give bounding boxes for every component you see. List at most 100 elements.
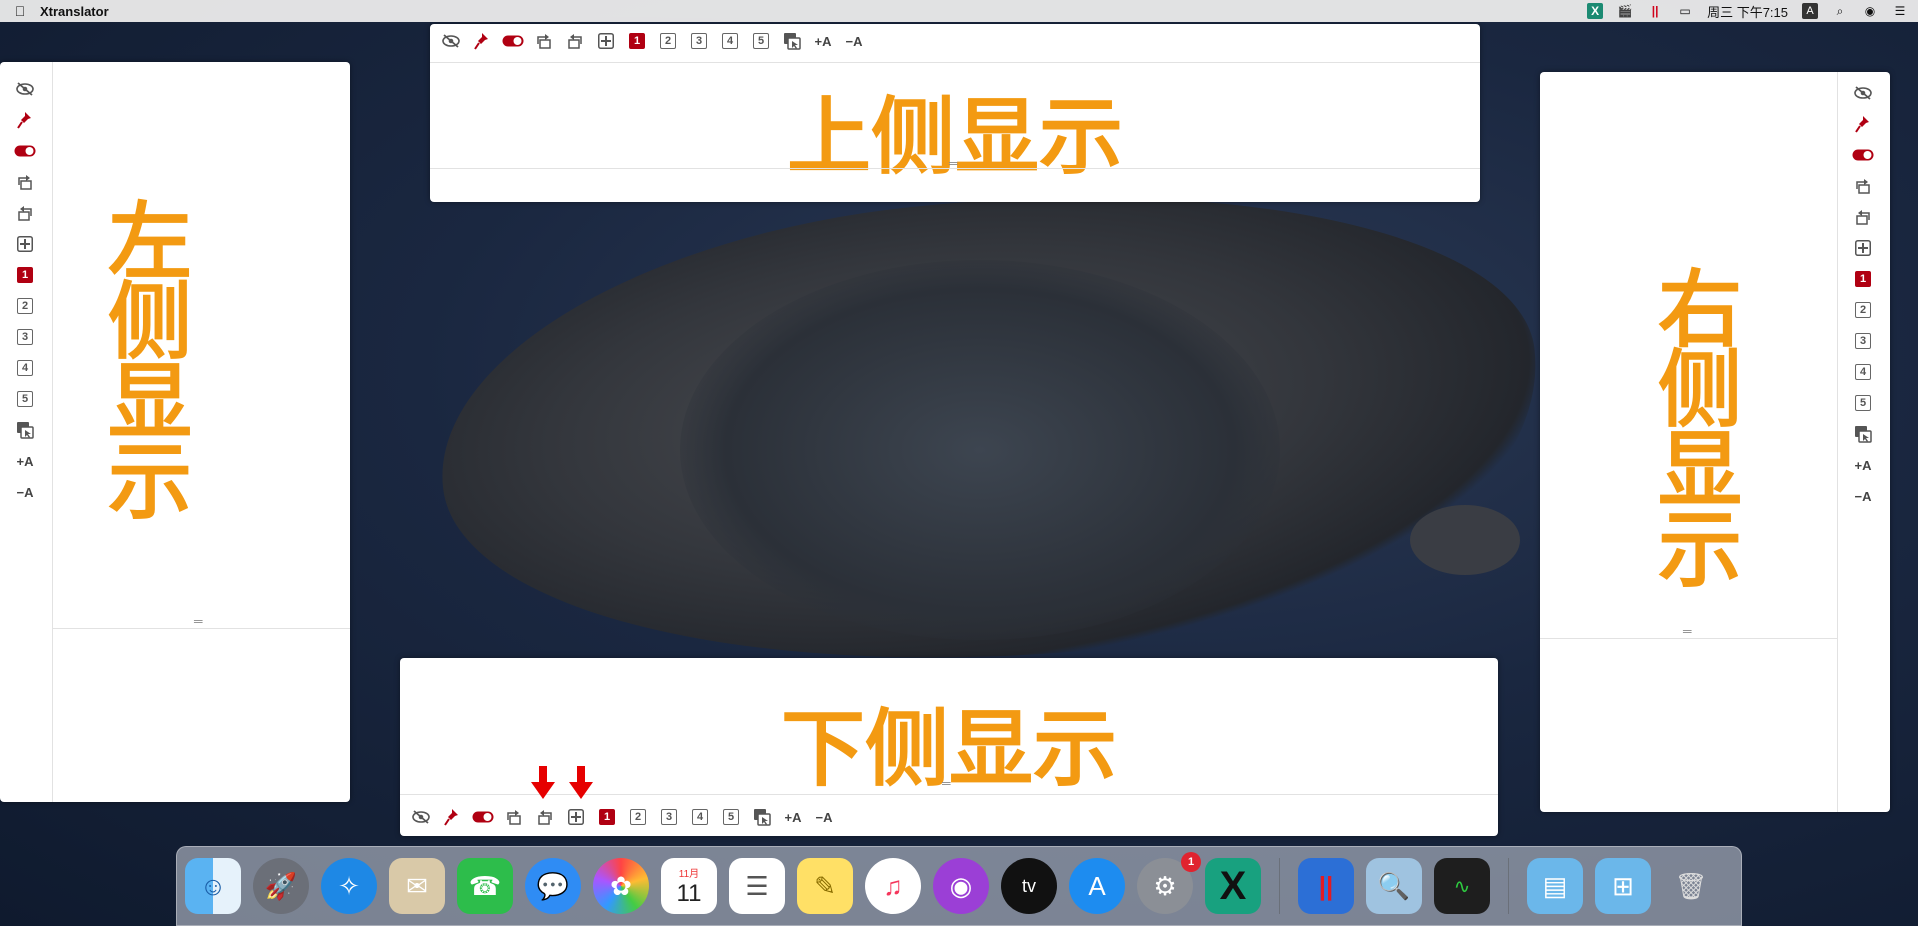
siri-icon[interactable]: ◉ xyxy=(1862,3,1878,19)
input-source-icon[interactable]: A xyxy=(1802,3,1818,19)
pin-button[interactable] xyxy=(437,804,467,830)
window-button[interactable] xyxy=(777,28,807,54)
pin-button[interactable] xyxy=(1848,111,1878,137)
layout-3-button[interactable]: 3 xyxy=(10,324,40,350)
layout-5-button[interactable]: 5 xyxy=(746,28,776,54)
font-decrease-button[interactable]: −A xyxy=(1848,483,1878,509)
window-button[interactable] xyxy=(10,417,40,443)
rotate-right-button[interactable] xyxy=(529,28,559,54)
parallels-dock-icon[interactable]: || xyxy=(1298,858,1354,914)
rotate-right-button[interactable] xyxy=(499,804,529,830)
hide-button[interactable] xyxy=(436,28,466,54)
left-resize-grip[interactable]: ═ xyxy=(194,615,203,627)
layout-4-button[interactable]: 4 xyxy=(685,804,715,830)
rotate-left-button[interactable] xyxy=(1848,204,1878,230)
font-increase-button[interactable]: +A xyxy=(808,28,838,54)
layout-5-button[interactable]: 5 xyxy=(1848,390,1878,416)
apple-menu-icon[interactable]:  xyxy=(0,3,40,19)
calendar-icon[interactable]: 11月 11 xyxy=(661,858,717,914)
podcasts-icon[interactable]: ◉ xyxy=(933,858,989,914)
system-preferences-icon[interactable]: ⚙ 1 xyxy=(1137,852,1201,914)
bottom-resize-grip[interactable]: ═ xyxy=(942,777,951,789)
layout-4-button[interactable]: 4 xyxy=(10,355,40,381)
add-button[interactable] xyxy=(10,231,40,257)
control-center-icon[interactable]: ☰ xyxy=(1892,3,1908,19)
rotate-left-icon xyxy=(538,810,552,825)
font-increase-button[interactable]: +A xyxy=(1848,452,1878,478)
apple-tv-icon[interactable]: tv xyxy=(1001,858,1057,914)
rotate-left-button[interactable] xyxy=(10,200,40,226)
layout-1-button[interactable]: 1 xyxy=(622,28,652,54)
layout-1-button[interactable]: 1 xyxy=(1848,266,1878,292)
layout-5-button[interactable]: 5 xyxy=(10,386,40,412)
layout-3-button[interactable]: 3 xyxy=(684,28,714,54)
toggle-button[interactable] xyxy=(10,138,40,164)
facetime-icon[interactable]: ☎ xyxy=(457,858,513,914)
right-resize-grip[interactable]: ═ xyxy=(1683,625,1692,637)
music-icon[interactable]: ♫ xyxy=(865,858,921,914)
photos-icon[interactable]: ✿ xyxy=(593,858,649,914)
font-decrease-label: −A xyxy=(845,33,863,49)
layout-4-button[interactable]: 4 xyxy=(715,28,745,54)
finder-icon[interactable]: ☺ xyxy=(185,858,241,914)
downloads-folder-icon[interactable]: ▤ xyxy=(1527,858,1583,914)
eye-slash-icon xyxy=(16,82,34,96)
pin-button[interactable] xyxy=(10,107,40,133)
wallpaper-island-ridge xyxy=(680,260,1280,640)
eye-slash-icon xyxy=(1854,86,1872,100)
toggle-button[interactable] xyxy=(1848,142,1878,168)
safari-icon[interactable]: ✧ xyxy=(321,858,377,914)
layout-3-button[interactable]: 3 xyxy=(654,804,684,830)
layout-1-button[interactable]: 1 xyxy=(10,262,40,288)
font-decrease-button[interactable]: −A xyxy=(10,479,40,505)
activity-monitor-icon[interactable]: ∿ xyxy=(1434,858,1490,914)
font-decrease-button[interactable]: −A xyxy=(839,28,869,54)
parallels-icon[interactable]: || xyxy=(1647,3,1663,19)
video-recorder-icon[interactable]: 🎬 xyxy=(1617,3,1633,19)
layout-5-button[interactable]: 5 xyxy=(716,804,746,830)
hide-button[interactable] xyxy=(10,76,40,102)
left-display-text: 左 侧 显 示 xyxy=(100,200,200,524)
toggle-button[interactable] xyxy=(498,28,528,54)
app-store-icon[interactable]: A xyxy=(1069,858,1125,914)
xtranslator-dock-icon[interactable]: X xyxy=(1205,858,1261,914)
layout-2-button[interactable]: 2 xyxy=(623,804,653,830)
pin-button[interactable] xyxy=(467,28,497,54)
xtranslator-icon[interactable]: X xyxy=(1587,3,1604,19)
rotate-right-button[interactable] xyxy=(10,169,40,195)
messages-icon[interactable]: 💬 xyxy=(525,858,581,914)
display-icon[interactable]: ▭ xyxy=(1677,3,1693,19)
notes-icon[interactable]: ✎ xyxy=(797,858,853,914)
rotate-left-button[interactable] xyxy=(530,804,560,830)
mail-icon[interactable]: ✉ xyxy=(389,858,445,914)
add-button[interactable] xyxy=(591,28,621,54)
hide-button[interactable] xyxy=(1848,80,1878,106)
font-increase-button[interactable]: +A xyxy=(10,448,40,474)
add-button[interactable] xyxy=(1848,235,1878,261)
menu-datetime[interactable]: 周三 下午7:15 xyxy=(1707,2,1788,21)
layout-3-button[interactable]: 3 xyxy=(1848,328,1878,354)
layout-2-button[interactable]: 2 xyxy=(1848,297,1878,323)
font-increase-button[interactable]: +A xyxy=(778,804,808,830)
reminders-icon[interactable]: ☰ xyxy=(729,858,785,914)
preview-icon[interactable]: 🔍 xyxy=(1366,858,1422,914)
window-button[interactable] xyxy=(747,804,777,830)
add-button[interactable] xyxy=(561,804,591,830)
top-resize-grip[interactable]: ═ xyxy=(949,157,958,169)
layout-2-button[interactable]: 2 xyxy=(653,28,683,54)
spotlight-icon[interactable]: ⌕ xyxy=(1832,3,1848,19)
layout-1-button[interactable]: 1 xyxy=(592,804,622,830)
launchpad-icon[interactable]: 🚀 xyxy=(253,858,309,914)
window-button[interactable] xyxy=(1848,421,1878,447)
rotate-right-button[interactable] xyxy=(1848,173,1878,199)
trash-icon[interactable]: 🗑 xyxy=(1663,858,1719,914)
applications-folder-icon[interactable]: ⊞ xyxy=(1595,858,1651,914)
rotate-right-icon xyxy=(1856,179,1870,194)
hide-button[interactable] xyxy=(406,804,436,830)
font-decrease-button[interactable]: −A xyxy=(809,804,839,830)
rotate-left-button[interactable] xyxy=(560,28,590,54)
layout-2-button[interactable]: 2 xyxy=(10,293,40,319)
toggle-button[interactable] xyxy=(468,804,498,830)
layout-4-button[interactable]: 4 xyxy=(1848,359,1878,385)
app-name-menu[interactable]: Xtranslator xyxy=(40,4,109,19)
